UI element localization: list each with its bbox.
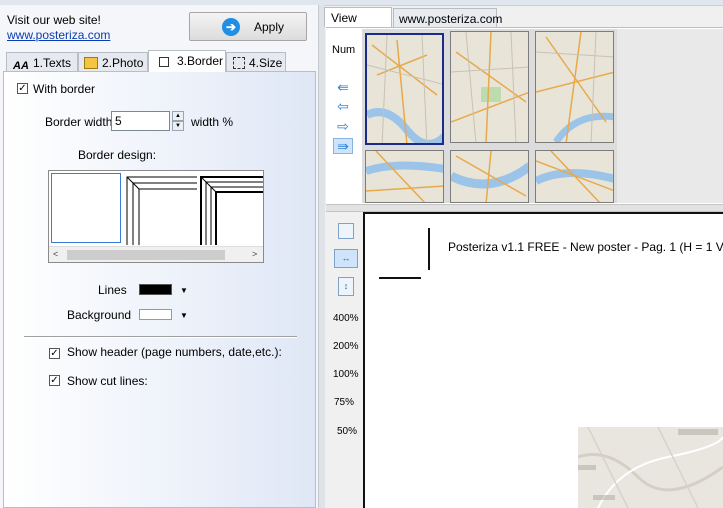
page-thumbnail[interactable] <box>535 150 614 203</box>
zoom-400[interactable]: 400% <box>333 313 359 324</box>
with-border-label: With border <box>33 82 96 96</box>
separator-line <box>24 336 297 338</box>
zoom-50[interactable]: 50% <box>337 426 357 437</box>
zoom-75[interactable]: 75% <box>334 397 354 408</box>
page-thumbnail[interactable] <box>450 31 529 143</box>
page-thumbnail[interactable] <box>365 33 444 145</box>
border-design-option-double[interactable] <box>125 173 197 245</box>
spin-up-icon[interactable]: ▲ <box>172 111 184 121</box>
panel-splitter[interactable] <box>318 5 325 508</box>
tab-border[interactable]: 3.Border <box>148 50 226 72</box>
promo-text: Visit our web site! <box>7 13 101 27</box>
border-width-label: Border width <box>45 115 113 129</box>
scroll-thumb[interactable] <box>67 250 225 260</box>
tab-label: 1.Texts <box>33 56 72 70</box>
border-icon <box>159 57 169 67</box>
width-unit-label: width % <box>191 115 234 129</box>
arrow-left-icon[interactable]: ⇦ <box>335 99 351 113</box>
page-thumbnail[interactable] <box>450 150 529 203</box>
arrow-right-icon[interactable]: ⇨ <box>335 119 351 133</box>
show-cut-lines-label: Show cut lines: <box>67 374 148 388</box>
double-arrow-left-icon[interactable]: ⇚ <box>335 80 351 94</box>
lines-color-swatch[interactable] <box>139 284 172 295</box>
size-icon <box>233 57 245 69</box>
border-design-option-plain[interactable] <box>51 173 121 243</box>
tab-label: 4.Size <box>249 56 283 70</box>
cut-mark-vertical <box>428 228 430 270</box>
apply-button[interactable]: ➔ Apply <box>189 12 307 41</box>
tab-size[interactable]: 4.Size <box>226 52 286 71</box>
double-arrow-right-icon[interactable]: ⇛ <box>333 138 353 154</box>
dropdown-arrow-icon[interactable]: ▼ <box>180 311 188 320</box>
background-label: Background <box>67 308 132 322</box>
show-cut-lines-checkbox[interactable]: ✓ <box>49 375 60 386</box>
border-design-option-triple[interactable] <box>199 173 264 245</box>
dropdown-arrow-icon[interactable]: ▼ <box>180 286 188 295</box>
cut-mark-horizontal <box>379 277 421 279</box>
tab-texts[interactable]: AA 1.Texts <box>6 52 78 72</box>
border-design-label: Border design: <box>78 148 157 162</box>
zoom-200[interactable]: 200% <box>333 341 359 352</box>
horizontal-splitter[interactable] <box>326 204 723 212</box>
single-page-icon[interactable] <box>338 223 354 239</box>
page-thumbnail[interactable] <box>365 150 444 203</box>
scroll-right-icon[interactable]: > <box>252 249 257 259</box>
with-border-checkbox[interactable]: ✓ <box>17 83 28 94</box>
photo-icon <box>84 57 98 69</box>
lines-label: Lines <box>98 283 127 297</box>
tab-label: 3.Border <box>177 54 224 68</box>
page-thumbnail[interactable] <box>535 31 614 143</box>
zoom-100[interactable]: 100% <box>333 369 359 380</box>
thumbnail-grid-empty <box>617 29 723 203</box>
fit-width-icon[interactable]: ↔ <box>334 249 358 268</box>
tab-website[interactable]: www.posteriza.com <box>393 8 502 27</box>
spin-down-icon[interactable]: ▼ <box>172 121 184 131</box>
tab-photo[interactable]: 2.Photo <box>78 52 148 71</box>
arrow-right-icon: ➔ <box>222 18 240 36</box>
num-label: Num <box>332 44 356 56</box>
border-width-input[interactable]: 5 <box>111 111 170 131</box>
border-design-list: < > <box>48 170 264 263</box>
background-color-swatch[interactable] <box>139 309 172 320</box>
map-preview-image <box>578 427 723 508</box>
design-horizontal-scrollbar[interactable]: < > <box>49 246 263 262</box>
website-link[interactable]: www.posteriza.com <box>7 28 110 42</box>
fit-height-icon[interactable]: ↕ <box>338 277 354 296</box>
scroll-left-icon[interactable]: < <box>53 249 58 259</box>
tab-label: 2.Photo <box>102 56 144 70</box>
tab-view-poster[interactable]: View Poster <box>324 7 392 39</box>
apply-label: Apply <box>254 20 285 34</box>
show-header-label: Show header (page numbers, date,etc.): <box>67 345 282 359</box>
show-header-checkbox[interactable]: ✓ <box>49 348 60 359</box>
preview-header-text: Posteriza v1.1 FREE - New poster - Pag. … <box>448 240 723 254</box>
